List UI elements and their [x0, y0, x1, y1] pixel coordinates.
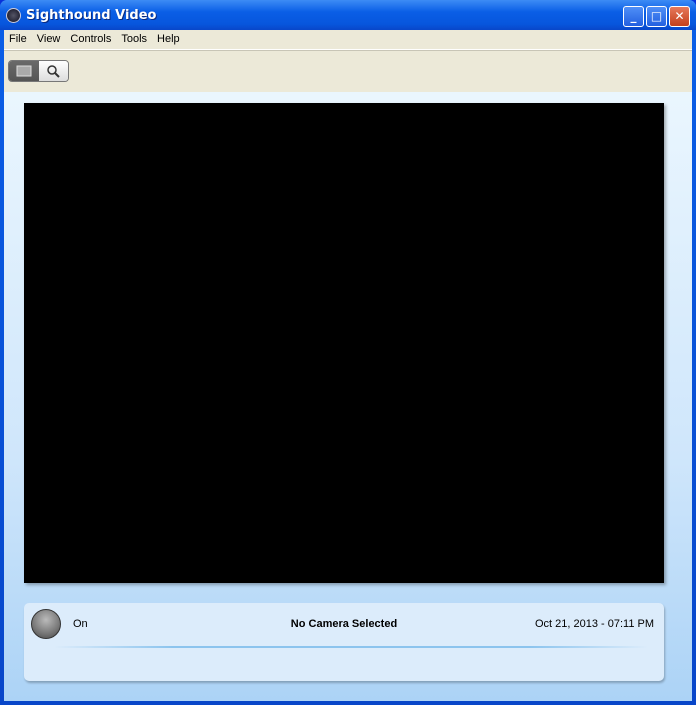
status-panel: On No Camera Selected Oct 21, 2013 - 07:… — [24, 603, 664, 681]
client-area: File View Controls Tools Help On No Came… — [4, 30, 692, 701]
monitor-view-button[interactable] — [9, 61, 39, 81]
main-panel: On No Camera Selected Oct 21, 2013 - 07:… — [4, 92, 692, 701]
menu-bar: File View Controls Tools Help — [4, 30, 692, 50]
menu-view[interactable]: View — [32, 30, 66, 49]
title-bar[interactable]: Sighthound Video _ □ ✕ — [0, 0, 696, 30]
view-switcher — [8, 60, 69, 82]
menu-controls[interactable]: Controls — [65, 30, 116, 49]
menu-file[interactable]: File — [4, 30, 32, 49]
menu-tools[interactable]: Tools — [116, 30, 152, 49]
search-view-button[interactable] — [38, 61, 68, 81]
datetime: Oct 21, 2013 - 07:11 PM — [534, 618, 654, 630]
maximize-button[interactable]: □ — [646, 6, 667, 27]
search-icon — [47, 65, 60, 78]
minimize-button[interactable]: _ — [623, 6, 644, 27]
app-window: Sighthound Video _ □ ✕ File View Control… — [0, 0, 696, 705]
divider — [54, 646, 648, 648]
menu-help[interactable]: Help — [152, 30, 185, 49]
window-title: Sighthound Video — [26, 8, 157, 23]
sighthound-logo-icon — [6, 8, 21, 23]
monitor-icon — [16, 65, 32, 77]
video-display[interactable] — [24, 103, 664, 583]
toolbar — [4, 50, 692, 91]
close-button[interactable]: ✕ — [669, 6, 690, 27]
